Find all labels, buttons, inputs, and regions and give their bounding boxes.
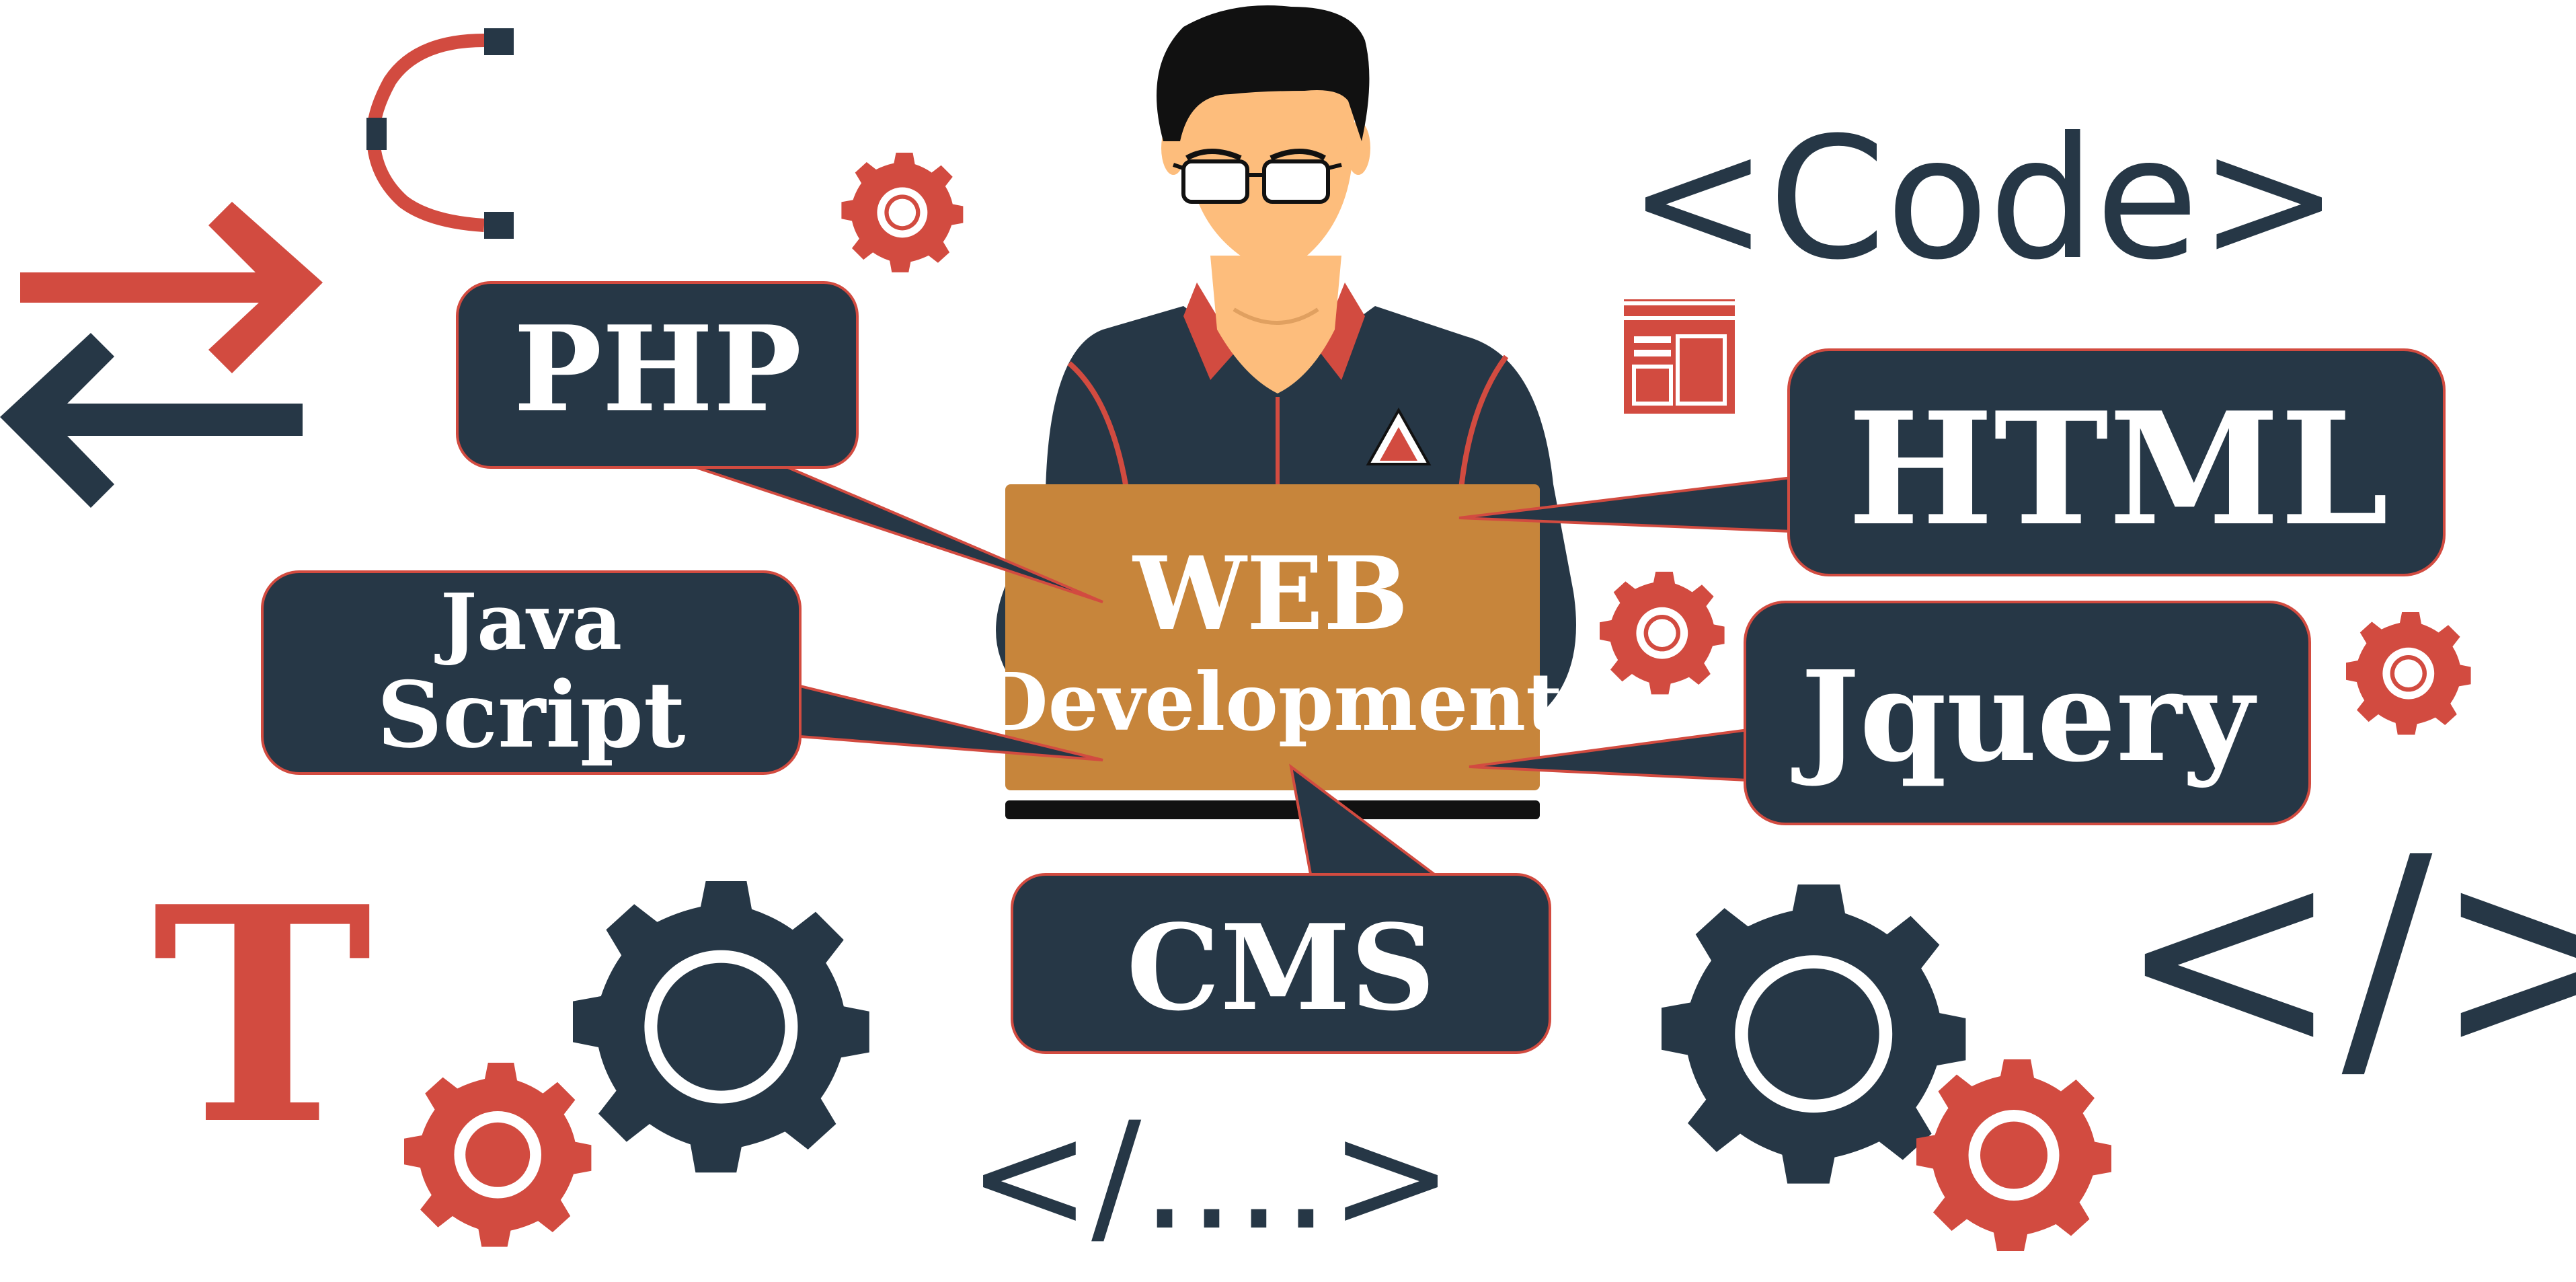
web-development-illustration: T <Code> </> </....> WEB Development PHP… — [0, 0, 2576, 1282]
gear-icon — [841, 153, 964, 272]
web-title: WEB — [1132, 535, 1409, 653]
cable-connector-icon — [366, 28, 514, 239]
script-label: Script — [377, 661, 686, 768]
close-tag-text: </> — [2116, 800, 2576, 1113]
cms-label: CMS — [1126, 899, 1435, 1037]
gear-icon — [2346, 612, 2471, 735]
close-tag-dots-text: </....> — [968, 1090, 1454, 1262]
development-title: Development — [979, 655, 1562, 749]
php-badge: PHP — [456, 281, 859, 469]
code-tag-text: <Code> — [1628, 101, 2340, 297]
gear-icon — [1916, 1059, 2111, 1251]
php-label: PHP — [514, 301, 802, 439]
java-label: Java — [434, 577, 622, 668]
layout-page-icon — [1624, 299, 1735, 414]
gear-icon — [1600, 572, 1725, 695]
gear-icon — [404, 1063, 592, 1247]
jquery-label: Jquery — [1791, 643, 2257, 790]
jquery-badge: Jquery — [1744, 601, 2311, 825]
html-badge: HTML — [1787, 348, 2446, 576]
cms-badge: CMS — [1011, 873, 1551, 1054]
javascript-badge: Java Script — [261, 570, 802, 775]
gear-icon — [573, 881, 869, 1173]
exchange-arrows-icon — [0, 202, 323, 508]
html-label: HTML — [1848, 379, 2389, 560]
t-letter: T — [152, 842, 372, 1190]
